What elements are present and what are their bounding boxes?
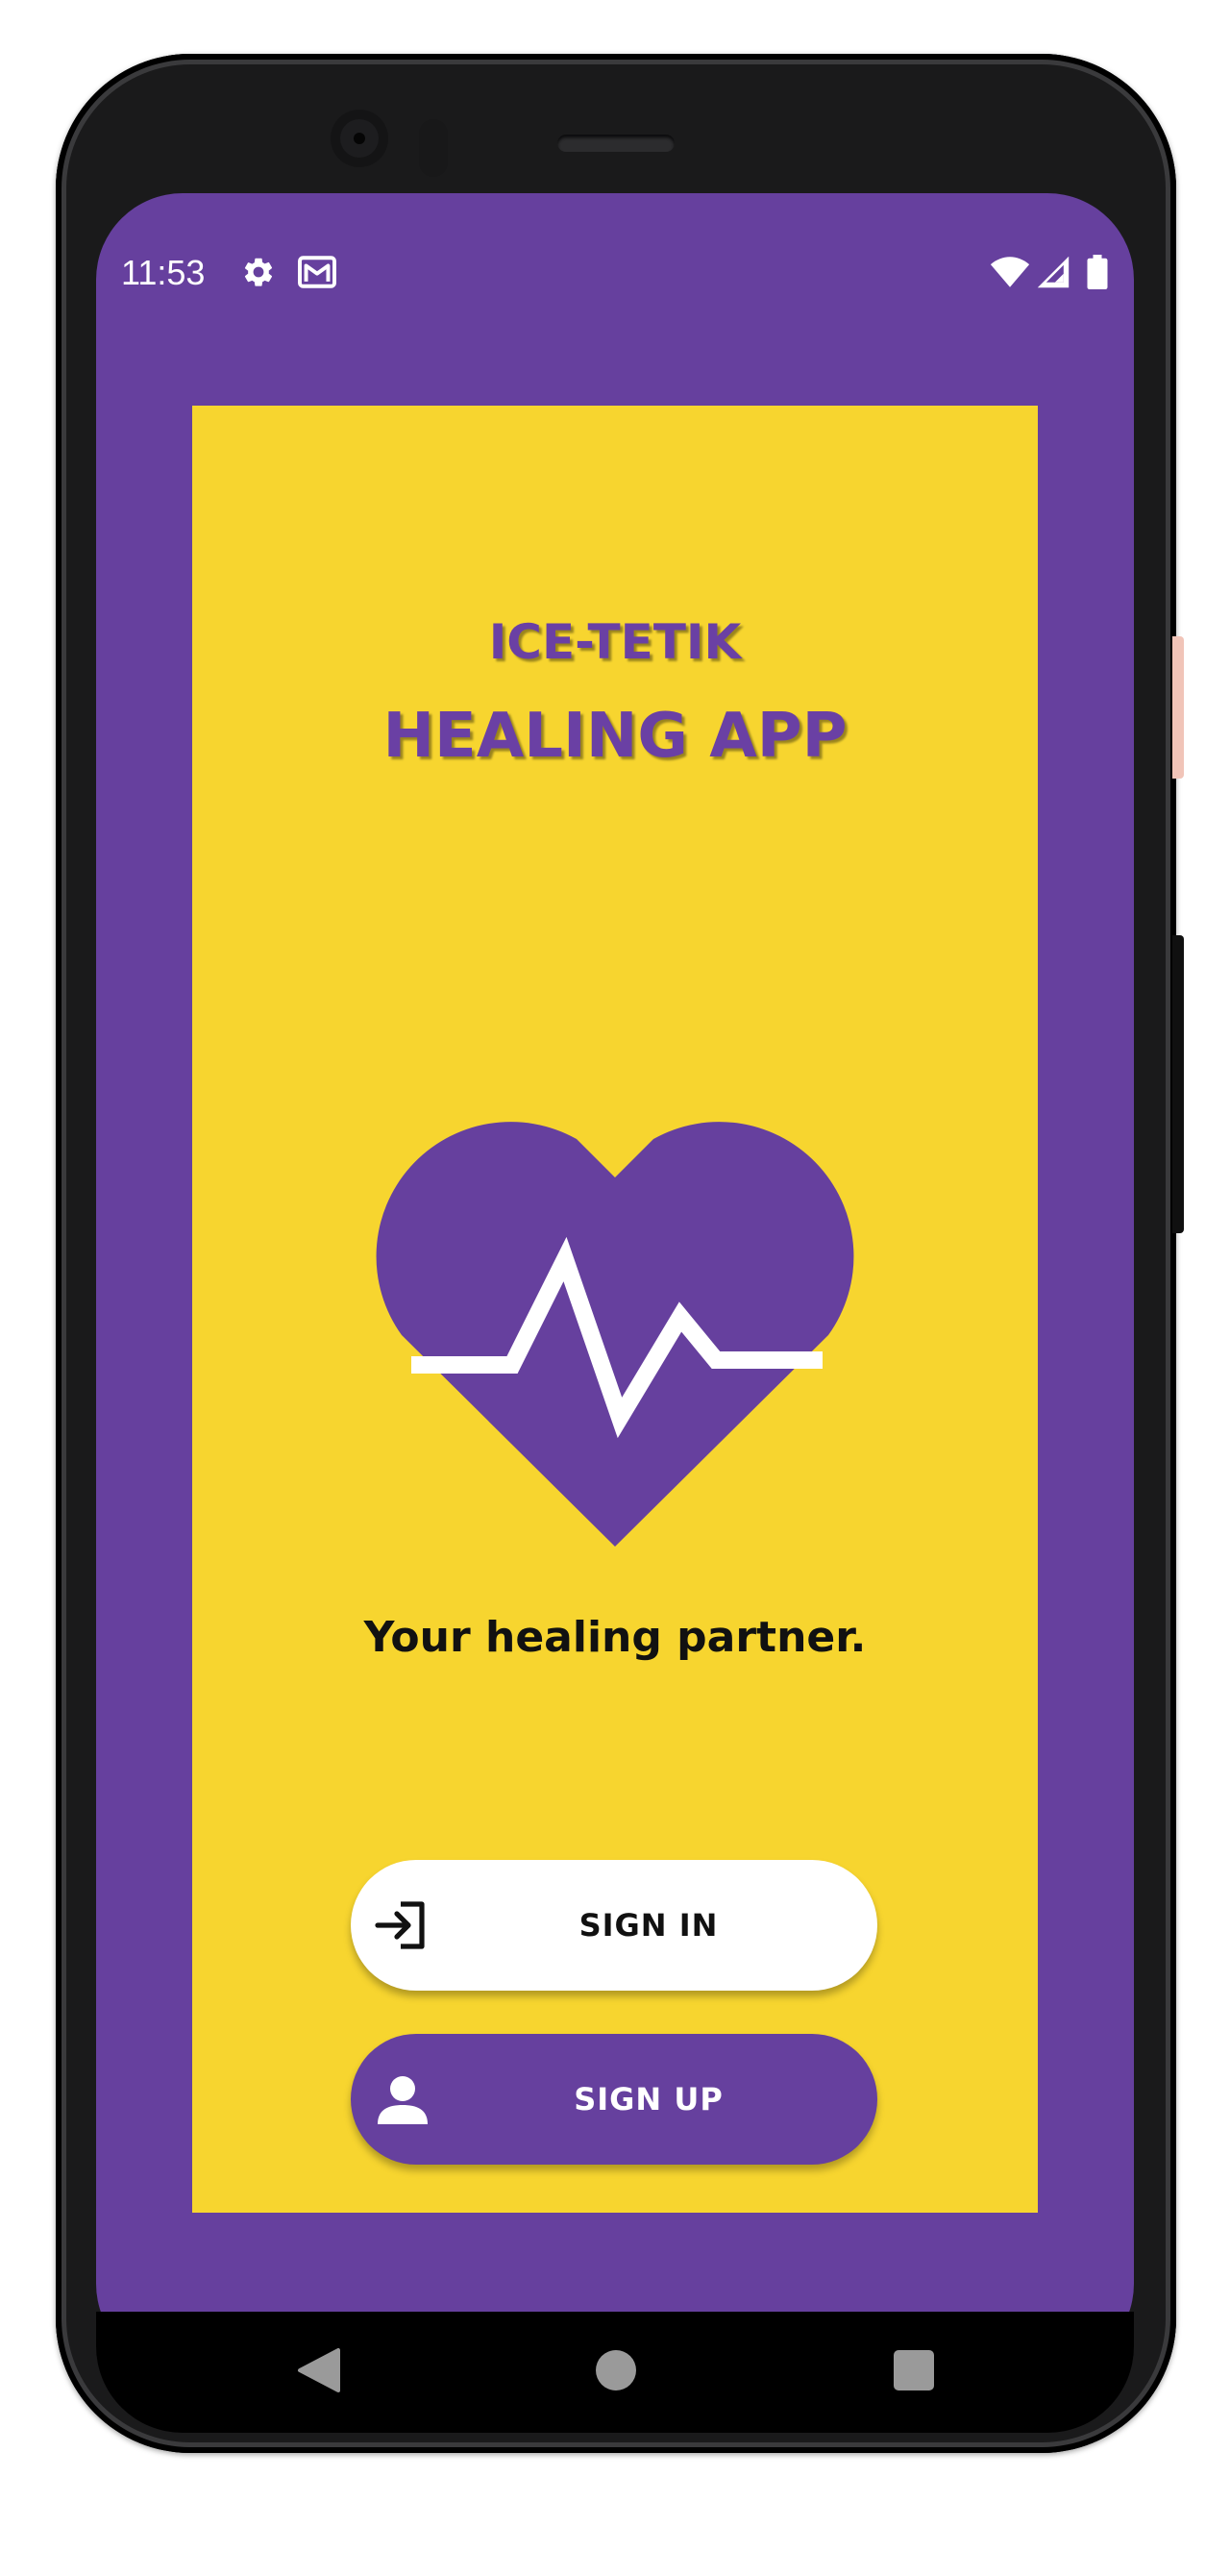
battery-icon — [1087, 255, 1108, 289]
gmail-icon — [298, 256, 336, 288]
gear-icon — [244, 258, 273, 286]
heart-pulse-icon — [376, 1122, 854, 1547]
app-screen: 11:53 ICE-TETIK HEALING APP Your healing… — [96, 193, 1134, 2370]
sign-in-label: SIGN IN — [578, 1907, 719, 1944]
earpiece-speaker — [557, 135, 675, 152]
phone-frame: 11:53 ICE-TETIK HEALING APP Your healing… — [56, 54, 1184, 2453]
wifi-icon — [990, 257, 1030, 287]
volume-button — [1172, 935, 1184, 1233]
recents-icon[interactable] — [892, 2346, 936, 2394]
sign-up-label: SIGN UP — [574, 2081, 724, 2118]
proximity-sensor — [419, 119, 448, 177]
status-time: 11:53 — [121, 253, 206, 292]
app-title-line1: ICE-TETIK — [488, 614, 742, 670]
sign-in-button[interactable]: SIGN IN — [351, 1860, 877, 1991]
app-title-line2: HEALING APP — [382, 701, 848, 772]
home-icon[interactable] — [594, 2346, 638, 2394]
power-button — [1172, 636, 1184, 779]
welcome-card: ICE-TETIK HEALING APP Your healing partn… — [192, 406, 1038, 2213]
back-icon[interactable] — [296, 2346, 340, 2394]
cell-signal-icon — [1037, 256, 1070, 288]
tagline: Your healing partner. — [363, 1613, 867, 1662]
sign-up-button[interactable]: SIGN UP — [351, 2034, 877, 2165]
front-camera — [331, 110, 388, 167]
status-bar: 11:53 — [96, 193, 1134, 292]
